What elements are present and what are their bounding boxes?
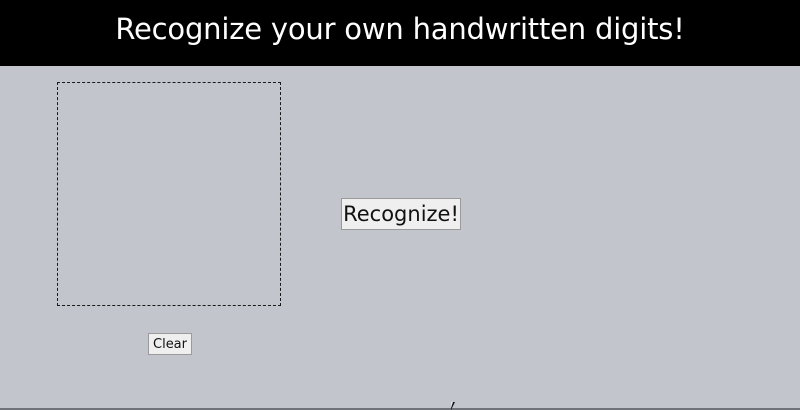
- page-header: Recognize your own handwritten digits!: [0, 0, 800, 66]
- clear-button[interactable]: Clear: [148, 333, 192, 355]
- page-title: Recognize your own handwritten digits!: [115, 12, 685, 46]
- drawing-canvas[interactable]: [57, 82, 281, 306]
- mouse-pointer-icon: [451, 402, 455, 410]
- recognize-button[interactable]: Recognize!: [341, 198, 461, 230]
